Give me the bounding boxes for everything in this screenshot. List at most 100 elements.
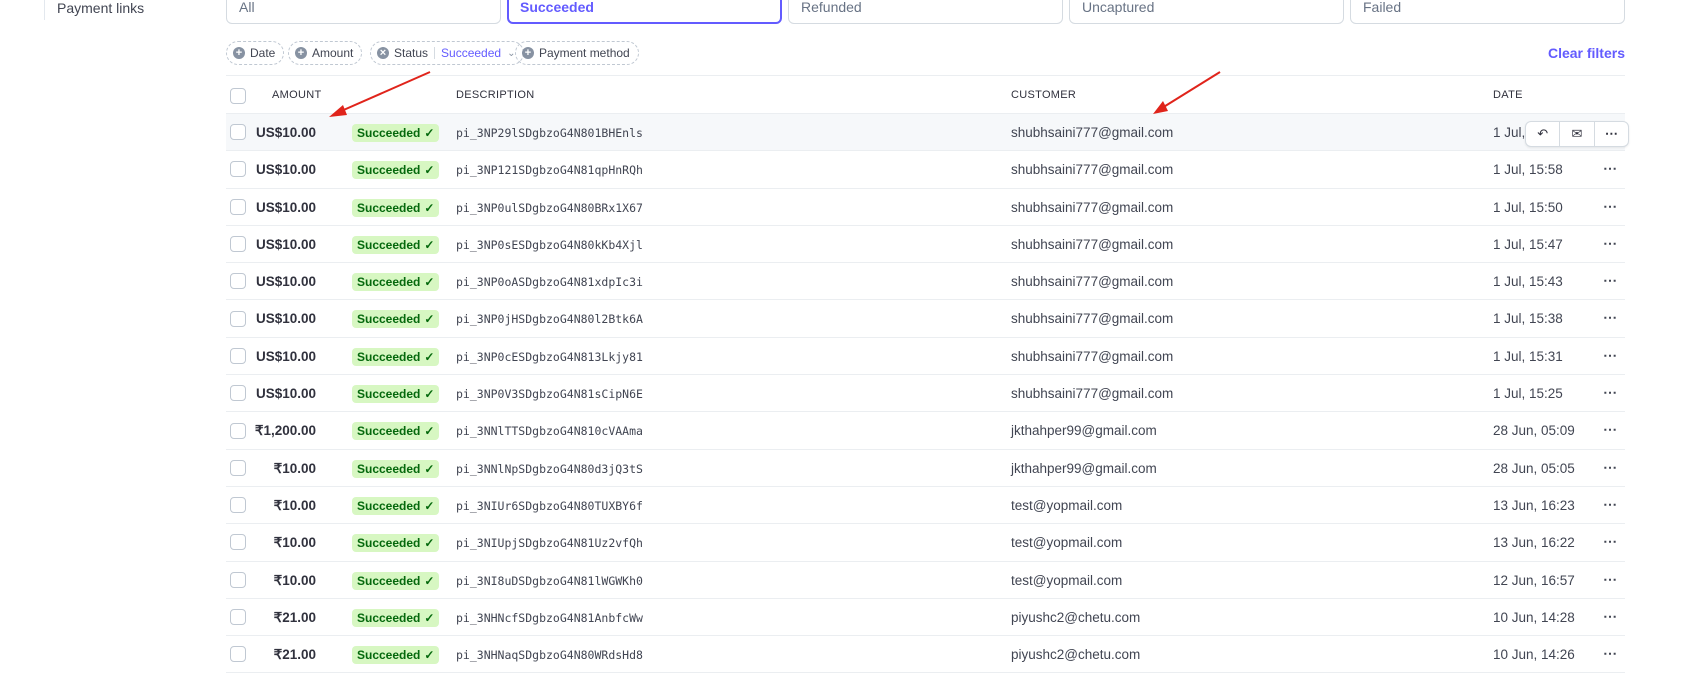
row-checkbox[interactable] bbox=[230, 236, 246, 253]
more-icon[interactable]: ⋯ bbox=[1600, 495, 1620, 515]
date-cell: 13 Jun, 16:22 bbox=[1493, 535, 1575, 551]
row-checkbox[interactable] bbox=[230, 385, 246, 402]
status-badge-label: Succeeded bbox=[357, 610, 421, 625]
check-icon: ✓ bbox=[424, 312, 435, 327]
customer-cell: piyushc2@chetu.com bbox=[1011, 609, 1141, 625]
status-filter-pill[interactable]: × Status Succeeded ⌄ bbox=[370, 41, 525, 65]
table-row[interactable]: US$10.00 Succeeded ✓ pi_3NP0V3SDgbzoG4N81… bbox=[226, 375, 1625, 413]
date-cell: 1 Jul, 15:38 bbox=[1493, 311, 1563, 327]
more-icon[interactable]: ⋯ bbox=[1600, 159, 1620, 179]
row-checkbox[interactable] bbox=[230, 609, 246, 625]
tab-uncaptured[interactable]: Uncaptured bbox=[1069, 0, 1344, 24]
more-icon[interactable]: ⋯ bbox=[1595, 122, 1628, 146]
check-icon: ✓ bbox=[424, 163, 435, 178]
row-checkbox[interactable] bbox=[230, 161, 246, 178]
more-icon[interactable]: ⋯ bbox=[1600, 570, 1620, 590]
customer-cell: jkthahper99@gmail.com bbox=[1011, 423, 1157, 439]
row-checkbox[interactable] bbox=[230, 497, 246, 514]
more-icon[interactable]: ⋯ bbox=[1600, 234, 1620, 254]
amount-cell: US$10.00 bbox=[255, 125, 316, 140]
more-icon[interactable]: ⋯ bbox=[1600, 607, 1620, 627]
customer-cell: jkthahper99@gmail.com bbox=[1011, 460, 1157, 476]
amount-cell: US$10.00 bbox=[255, 386, 316, 402]
amount-cell: ₹10.00 bbox=[273, 535, 316, 551]
more-icon[interactable]: ⋯ bbox=[1600, 271, 1620, 291]
more-icon[interactable]: ⋯ bbox=[1600, 420, 1620, 440]
status-badge: Succeeded ✓ bbox=[352, 235, 440, 254]
tab-all[interactable]: All bbox=[226, 0, 501, 24]
more-icon[interactable]: ⋯ bbox=[1600, 532, 1620, 552]
row-checkbox[interactable] bbox=[230, 124, 246, 141]
row-checkbox[interactable] bbox=[230, 459, 246, 476]
check-icon: ✓ bbox=[424, 536, 435, 551]
row-checkbox[interactable] bbox=[230, 571, 246, 588]
description-cell: pi_3NNlTTSDgbzoG4N810cVAAma bbox=[456, 424, 643, 439]
more-icon[interactable]: ⋯ bbox=[1600, 346, 1620, 366]
table-row[interactable]: ₹21.00 Succeeded ✓ pi_3NHNaqSDgbzoG4N80WR… bbox=[226, 636, 1625, 673]
table-row[interactable]: US$10.00 Succeeded ✓ pi_3NP0jHSDgbzoG4N80… bbox=[226, 300, 1625, 338]
row-checkbox[interactable] bbox=[230, 422, 246, 439]
table-row[interactable]: ₹10.00 Succeeded ✓ pi_3NIUpjSDgbzoG4N81Uz… bbox=[226, 524, 1625, 562]
status-badge: Succeeded ✓ bbox=[352, 161, 440, 180]
table-row[interactable]: ₹10.00 Succeeded ✓ pi_3NI8uDSDgbzoG4N81lW… bbox=[226, 562, 1625, 599]
amount-filter-pill[interactable]: + Amount bbox=[288, 41, 363, 65]
status-badge: Succeeded ✓ bbox=[352, 198, 440, 217]
email-icon[interactable]: ✉ bbox=[1560, 122, 1595, 146]
status-badge-label: Succeeded bbox=[357, 498, 421, 513]
more-icon[interactable]: ⋯ bbox=[1600, 644, 1620, 664]
description-cell: pi_3NP0V3SDgbzoG4N81sCipN6E bbox=[456, 387, 643, 402]
status-badge-label: Succeeded bbox=[357, 126, 421, 140]
payment-method-filter-pill[interactable]: + Payment method bbox=[515, 41, 639, 65]
table-row[interactable]: ₹1,200.00 Succeeded ✓ pi_3NNlTTSDgbzoG4N8… bbox=[226, 412, 1625, 450]
row-checkbox[interactable] bbox=[230, 273, 246, 290]
table-row[interactable]: US$10.00 Succeeded ✓ pi_3NP0sESDgbzoG4N80… bbox=[226, 226, 1625, 264]
clear-filters-link[interactable]: Clear filters bbox=[1548, 45, 1625, 61]
description-cell: pi_3NP0jHSDgbzoG4N80l2Btk6A bbox=[456, 312, 643, 327]
check-icon: ✓ bbox=[424, 200, 435, 215]
refund-icon[interactable]: ↶ bbox=[1526, 122, 1561, 146]
status-badge-label: Succeeded bbox=[357, 424, 421, 439]
customer-cell: shubhsaini777@gmail.com bbox=[1011, 348, 1174, 364]
table-row[interactable]: ₹10.00 Succeeded ✓ pi_3NNlNpSDgbzoG4N80d3… bbox=[226, 450, 1625, 487]
tab-failed[interactable]: Failed bbox=[1350, 0, 1625, 24]
row-checkbox[interactable] bbox=[230, 534, 246, 551]
more-icon[interactable]: ⋯ bbox=[1600, 197, 1620, 217]
column-header-customer: CUSTOMER bbox=[1011, 89, 1077, 101]
column-header-amount[interactable]: AMOUNT bbox=[272, 89, 321, 101]
table-row[interactable]: US$10.00 Succeeded ✓ pi_3NP0cESDgbzoG4N81… bbox=[226, 338, 1625, 376]
tab-succeeded[interactable]: Succeeded bbox=[507, 0, 782, 24]
remove-circle-icon[interactable]: × bbox=[377, 47, 389, 59]
amount-cell: US$10.00 bbox=[255, 274, 316, 290]
more-icon[interactable]: ⋯ bbox=[1600, 308, 1620, 328]
table-row[interactable]: ₹21.00 Succeeded ✓ pi_3NHNcfSDgbzoG4N81An… bbox=[226, 599, 1625, 637]
check-icon: ✓ bbox=[424, 387, 435, 402]
date-cell: 1 Jul, 15:43 bbox=[1493, 274, 1563, 290]
row-checkbox[interactable] bbox=[230, 646, 246, 663]
table-row[interactable]: US$10.00 Succeeded ✓ pi_3NP29lSDgbzoG4N80… bbox=[226, 114, 1629, 152]
amount-cell: US$10.00 bbox=[255, 311, 316, 327]
status-badge: Succeeded ✓ bbox=[352, 608, 440, 627]
row-checkbox[interactable] bbox=[230, 198, 246, 215]
table-row[interactable]: US$10.00 Succeeded ✓ pi_3NP121SDgbzoG4N81… bbox=[226, 151, 1625, 189]
row-checkbox[interactable] bbox=[230, 310, 246, 327]
table-row[interactable]: US$10.00 Succeeded ✓ pi_3NP0ulSDgbzoG4N80… bbox=[226, 189, 1625, 226]
date-cell: 28 Jun, 05:05 bbox=[1493, 460, 1575, 476]
column-header-date[interactable]: DATE bbox=[1493, 89, 1523, 101]
date-cell: 1 Jul, 15:58 bbox=[1493, 162, 1563, 178]
description-cell: pi_3NP0cESDgbzoG4N813Lkjy81 bbox=[456, 349, 643, 364]
table-header: AMOUNT DESCRIPTION CUSTOMER DATE bbox=[226, 75, 1625, 114]
select-all-checkbox[interactable] bbox=[230, 88, 246, 104]
status-badge-label: Succeeded bbox=[357, 349, 421, 364]
status-badge-label: Succeeded bbox=[357, 387, 421, 402]
more-icon[interactable]: ⋯ bbox=[1600, 383, 1620, 403]
tab-refunded[interactable]: Refunded bbox=[788, 0, 1063, 24]
sidebar-item-payment-links[interactable]: Payment links bbox=[57, 0, 144, 16]
table-row[interactable]: US$10.00 Succeeded ✓ pi_3NP0oASDgbzoG4N81… bbox=[226, 263, 1625, 301]
check-icon: ✓ bbox=[424, 349, 435, 364]
more-icon[interactable]: ⋯ bbox=[1600, 458, 1620, 478]
table-row[interactable]: ₹10.00 Succeeded ✓ pi_3NIUr6SDgbzoG4N80TU… bbox=[226, 487, 1625, 525]
date-filter-pill[interactable]: + Date bbox=[226, 41, 285, 65]
row-checkbox[interactable] bbox=[230, 347, 246, 364]
filter-label: Date bbox=[250, 46, 276, 60]
status-badge: Succeeded ✓ bbox=[352, 571, 440, 590]
